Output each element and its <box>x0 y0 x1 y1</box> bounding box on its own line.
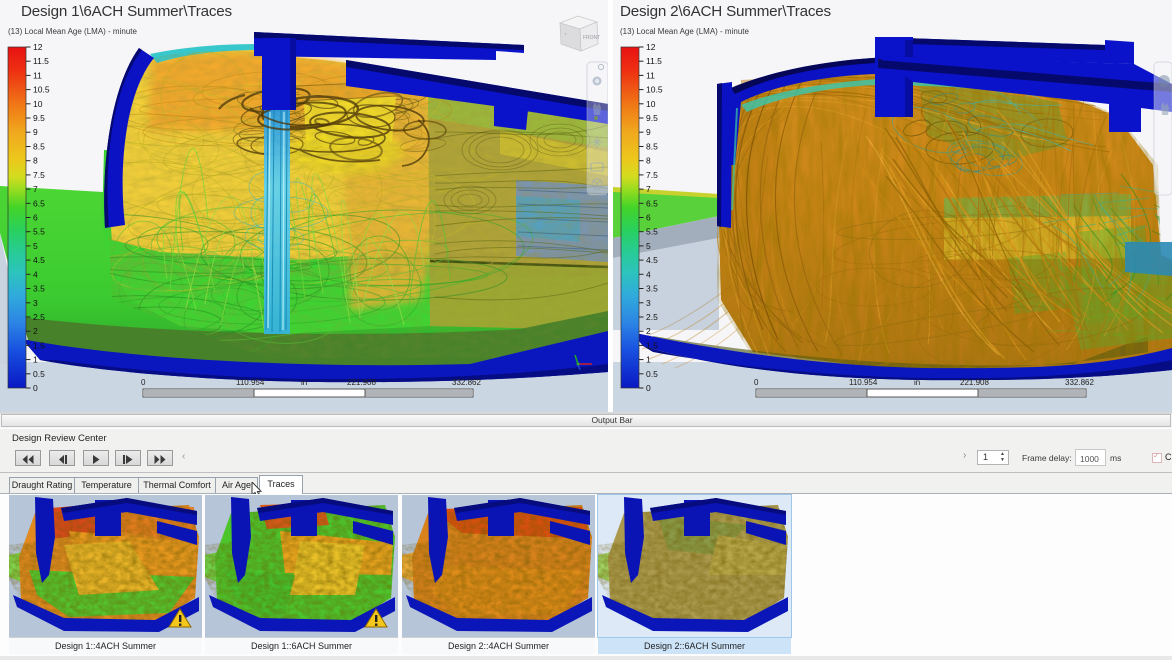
svg-text:10.5: 10.5 <box>646 85 663 95</box>
svg-text:1: 1 <box>646 355 651 365</box>
svg-text:5.5: 5.5 <box>646 227 658 237</box>
svg-text:0: 0 <box>33 383 38 393</box>
svg-text:3.5: 3.5 <box>646 284 658 294</box>
svg-text:7: 7 <box>33 184 38 194</box>
svg-text:10.5: 10.5 <box>33 85 50 95</box>
svg-text:2: 2 <box>33 326 38 336</box>
svg-text:7: 7 <box>646 184 651 194</box>
svg-text:2.5: 2.5 <box>646 312 658 322</box>
svg-text:10: 10 <box>33 99 43 109</box>
svg-text:0: 0 <box>141 378 146 387</box>
svg-text:1.5: 1.5 <box>33 340 45 350</box>
svg-text:0.5: 0.5 <box>646 369 658 379</box>
svg-text:7.5: 7.5 <box>646 170 658 180</box>
svg-text:11.5: 11.5 <box>33 56 49 66</box>
svg-text:11: 11 <box>33 70 42 80</box>
svg-text:1: 1 <box>33 355 38 365</box>
svg-text:332.862: 332.862 <box>452 378 481 387</box>
svg-text:12: 12 <box>33 42 43 52</box>
svg-text:8.5: 8.5 <box>33 142 45 152</box>
svg-text:0: 0 <box>646 383 651 393</box>
svg-text:8.5: 8.5 <box>646 142 658 152</box>
svg-text:0: 0 <box>754 378 759 387</box>
svg-text:110.954: 110.954 <box>236 378 265 387</box>
svg-text:8: 8 <box>646 156 651 166</box>
svg-text:5.5: 5.5 <box>33 227 45 237</box>
svg-text:332.862: 332.862 <box>1065 378 1094 387</box>
svg-text:12: 12 <box>646 42 656 52</box>
svg-text:10: 10 <box>646 99 656 109</box>
svg-text:4: 4 <box>33 269 38 279</box>
svg-text:221.908: 221.908 <box>960 378 989 387</box>
svg-text:7.5: 7.5 <box>33 170 45 180</box>
svg-text:FRONT: FRONT <box>583 35 600 41</box>
svg-text:in: in <box>914 378 920 387</box>
svg-text:in: in <box>301 378 307 387</box>
svg-text:4: 4 <box>646 269 651 279</box>
svg-text:3.5: 3.5 <box>33 284 45 294</box>
svg-text:11.5: 11.5 <box>646 56 662 66</box>
svg-text:9.5: 9.5 <box>33 113 45 123</box>
svg-text:110.954: 110.954 <box>849 378 878 387</box>
svg-text:9.5: 9.5 <box>646 113 658 123</box>
svg-text:6.5: 6.5 <box>646 198 658 208</box>
svg-text:3: 3 <box>646 298 651 308</box>
svg-text:T: T <box>564 32 567 37</box>
svg-text:9: 9 <box>646 127 651 137</box>
svg-text:1.5: 1.5 <box>646 340 658 350</box>
svg-text:9: 9 <box>33 127 38 137</box>
svg-text:6: 6 <box>33 213 38 223</box>
svg-text:4.5: 4.5 <box>646 255 658 265</box>
svg-text:5: 5 <box>646 241 651 251</box>
svg-text:5: 5 <box>33 241 38 251</box>
svg-text:8: 8 <box>33 156 38 166</box>
svg-text:2: 2 <box>646 326 651 336</box>
svg-text:11: 11 <box>646 70 655 80</box>
svg-text:0.5: 0.5 <box>33 369 45 379</box>
svg-text:6: 6 <box>646 213 651 223</box>
svg-text:221.908: 221.908 <box>347 378 376 387</box>
svg-text:6.5: 6.5 <box>33 198 45 208</box>
svg-text:3: 3 <box>33 298 38 308</box>
svg-text:4.5: 4.5 <box>33 255 45 265</box>
svg-text:2.5: 2.5 <box>33 312 45 322</box>
